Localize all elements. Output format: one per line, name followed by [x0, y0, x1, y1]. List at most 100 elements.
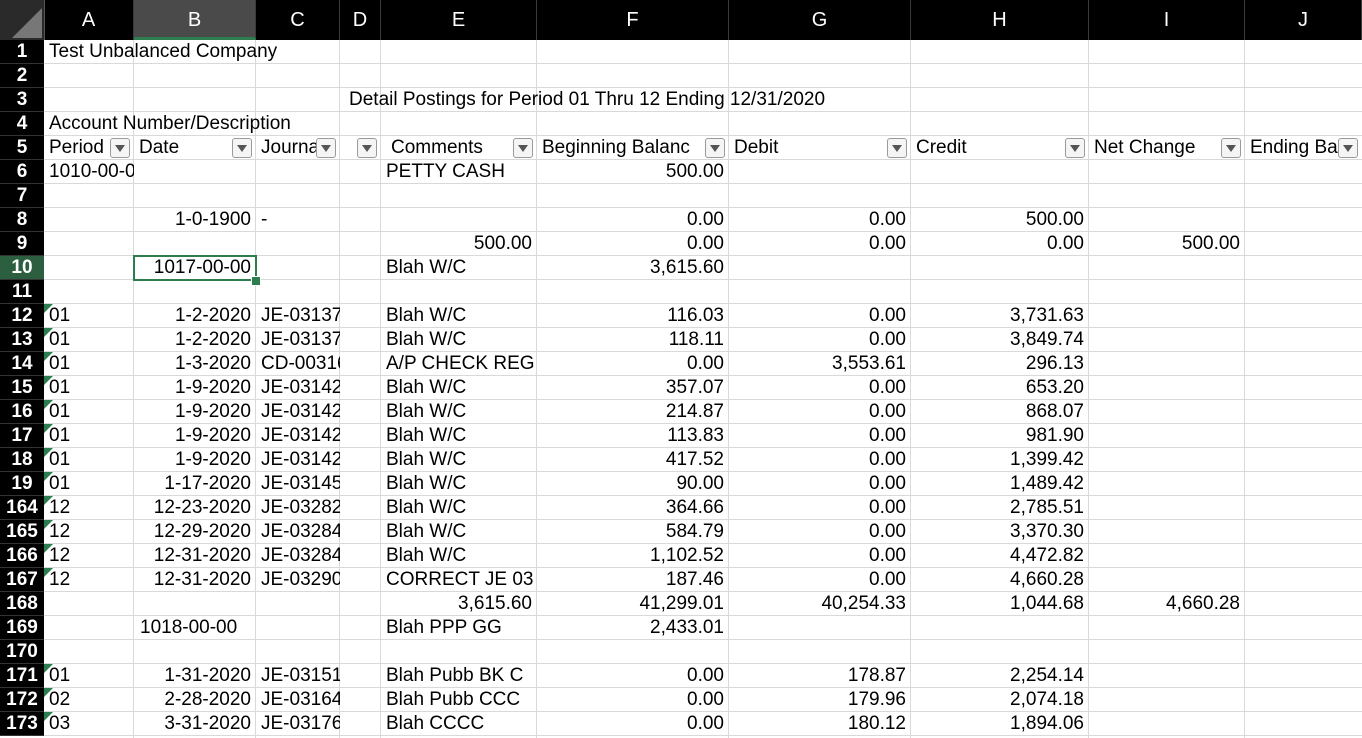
row-header-166[interactable]: 166 — [0, 544, 44, 568]
cell-b13[interactable]: 1-2-2020 — [134, 328, 256, 352]
cell-a167[interactable]: 12 — [44, 568, 134, 592]
cell-a18[interactable]: 01 — [44, 448, 134, 472]
row-header-173[interactable]: 173 — [0, 712, 44, 736]
cell-a13[interactable]: 01 — [44, 328, 134, 352]
cell-a173[interactable]: 03 — [44, 712, 134, 736]
cell-c16[interactable]: JE-031427 — [256, 400, 340, 424]
row-header-5[interactable]: 5 — [0, 136, 44, 160]
filter-dropdown-icon[interactable] — [1338, 138, 1358, 158]
cell-c19[interactable]: JE-031452 — [256, 472, 340, 496]
cell-e16[interactable]: Blah W/C — [381, 400, 537, 424]
number-as-text-warning-icon[interactable] — [44, 568, 53, 577]
report_heading[interactable]: Detail Postings for Period 01 Thru 12 En… — [344, 88, 825, 112]
row-header-164[interactable]: 164 — [0, 496, 44, 520]
number-as-text-warning-icon[interactable] — [44, 352, 53, 361]
cell-f15[interactable]: 357.07 — [537, 376, 729, 400]
column-title-g[interactable]: Debit — [729, 136, 911, 160]
cell-c173[interactable]: JE-031762 — [256, 712, 340, 736]
row-header-9[interactable]: 9 — [0, 232, 44, 256]
cell-c17[interactable]: JE-031427 — [256, 424, 340, 448]
cell-b172[interactable]: 2-28-2020 — [134, 688, 256, 712]
cell-g171[interactable]: 178.87 — [729, 664, 911, 688]
account_label[interactable]: Account Number/Description — [44, 112, 291, 136]
cell-g14[interactable]: 3,553.61 — [729, 352, 911, 376]
cell-c172[interactable]: JE-031641 — [256, 688, 340, 712]
cell-h172[interactable]: 2,074.18 — [911, 688, 1089, 712]
cell-h165[interactable]: 3,370.30 — [911, 520, 1089, 544]
cell-a14[interactable]: 01 — [44, 352, 134, 376]
cell-h19[interactable]: 1,489.42 — [911, 472, 1089, 496]
column-header-b[interactable]: B — [134, 0, 256, 40]
cell-f169[interactable]: 2,433.01 — [537, 616, 729, 640]
number-as-text-warning-icon[interactable] — [44, 328, 53, 337]
row-header-172[interactable]: 172 — [0, 688, 44, 712]
filter-dropdown-icon[interactable] — [1065, 138, 1085, 158]
number-as-text-warning-icon[interactable] — [44, 472, 53, 481]
number-as-text-warning-icon[interactable] — [44, 304, 53, 313]
column-header-f[interactable]: F — [537, 0, 729, 40]
row-header-13[interactable]: 13 — [0, 328, 44, 352]
cell-h167[interactable]: 4,660.28 — [911, 568, 1089, 592]
cell-e164[interactable]: Blah W/C — [381, 496, 537, 520]
cell-h166[interactable]: 4,472.82 — [911, 544, 1089, 568]
cell-g165[interactable]: 0.00 — [729, 520, 911, 544]
cell-b165[interactable]: 12-29-2020 — [134, 520, 256, 544]
cell-e171[interactable]: Blah Pubb BK C — [381, 664, 537, 688]
row-header-167[interactable]: 167 — [0, 568, 44, 592]
cell-b17[interactable]: 1-9-2020 — [134, 424, 256, 448]
row-header-169[interactable]: 169 — [0, 616, 44, 640]
cell-e13[interactable]: Blah W/C — [381, 328, 537, 352]
column-title-f[interactable]: Beginning Balanc — [537, 136, 729, 160]
cell-a171[interactable]: 01 — [44, 664, 134, 688]
cell-h18[interactable]: 1,399.42 — [911, 448, 1089, 472]
cell-f168[interactable]: 41,299.01 — [537, 592, 729, 616]
cell-h8[interactable]: 500.00 — [911, 208, 1089, 232]
cell-g12[interactable]: 0.00 — [729, 304, 911, 328]
cell-f165[interactable]: 584.79 — [537, 520, 729, 544]
column-header-j[interactable]: J — [1245, 0, 1362, 40]
number-as-text-warning-icon[interactable] — [44, 544, 53, 553]
cell-f164[interactable]: 364.66 — [537, 496, 729, 520]
row-header-168[interactable]: 168 — [0, 592, 44, 616]
cell-a12[interactable]: 01 — [44, 304, 134, 328]
cell-c164[interactable]: JE-032828 — [256, 496, 340, 520]
cell-c8[interactable]: - — [256, 208, 340, 232]
row-header-2[interactable]: 2 — [0, 64, 44, 88]
cell-e167[interactable]: CORRECT JE 03 — [381, 568, 537, 592]
cell-e12[interactable]: Blah W/C — [381, 304, 537, 328]
cell-b18[interactable]: 1-9-2020 — [134, 448, 256, 472]
fill-handle[interactable] — [251, 276, 261, 286]
cell-h16[interactable]: 868.07 — [911, 400, 1089, 424]
cell-b14[interactable]: 1-3-2020 — [134, 352, 256, 376]
filter-dropdown-icon[interactable] — [705, 138, 725, 158]
row-header-17[interactable]: 17 — [0, 424, 44, 448]
row-header-16[interactable]: 16 — [0, 400, 44, 424]
cell-h168[interactable]: 1,044.68 — [911, 592, 1089, 616]
cell-f172[interactable]: 0.00 — [537, 688, 729, 712]
cell-e18[interactable]: Blah W/C — [381, 448, 537, 472]
cell-f173[interactable]: 0.00 — [537, 712, 729, 736]
cell-g9[interactable]: 0.00 — [729, 232, 911, 256]
number-as-text-warning-icon[interactable] — [44, 664, 53, 673]
column-header-h[interactable]: H — [911, 0, 1089, 40]
cell-b173[interactable]: 3-31-2020 — [134, 712, 256, 736]
column-header-d[interactable]: D — [340, 0, 381, 40]
column-header-i[interactable]: I — [1089, 0, 1245, 40]
cell-h15[interactable]: 653.20 — [911, 376, 1089, 400]
cell-g13[interactable]: 0.00 — [729, 328, 911, 352]
cell-f13[interactable]: 118.11 — [537, 328, 729, 352]
cell-e172[interactable]: Blah Pubb CCC — [381, 688, 537, 712]
row-header-1[interactable]: 1 — [0, 40, 44, 64]
row-header-15[interactable]: 15 — [0, 376, 44, 400]
cell-b16[interactable]: 1-9-2020 — [134, 400, 256, 424]
cell-e14[interactable]: A/P CHECK REG — [381, 352, 537, 376]
cell-f14[interactable]: 0.00 — [537, 352, 729, 376]
cell-c18[interactable]: JE-031427 — [256, 448, 340, 472]
cell-f171[interactable]: 0.00 — [537, 664, 729, 688]
filter-dropdown-icon[interactable] — [513, 138, 533, 158]
cell-h173[interactable]: 1,894.06 — [911, 712, 1089, 736]
cell-c15[interactable]: JE-031427 — [256, 376, 340, 400]
row-header-171[interactable]: 171 — [0, 664, 44, 688]
column-header-a[interactable]: A — [44, 0, 134, 40]
row-header-8[interactable]: 8 — [0, 208, 44, 232]
